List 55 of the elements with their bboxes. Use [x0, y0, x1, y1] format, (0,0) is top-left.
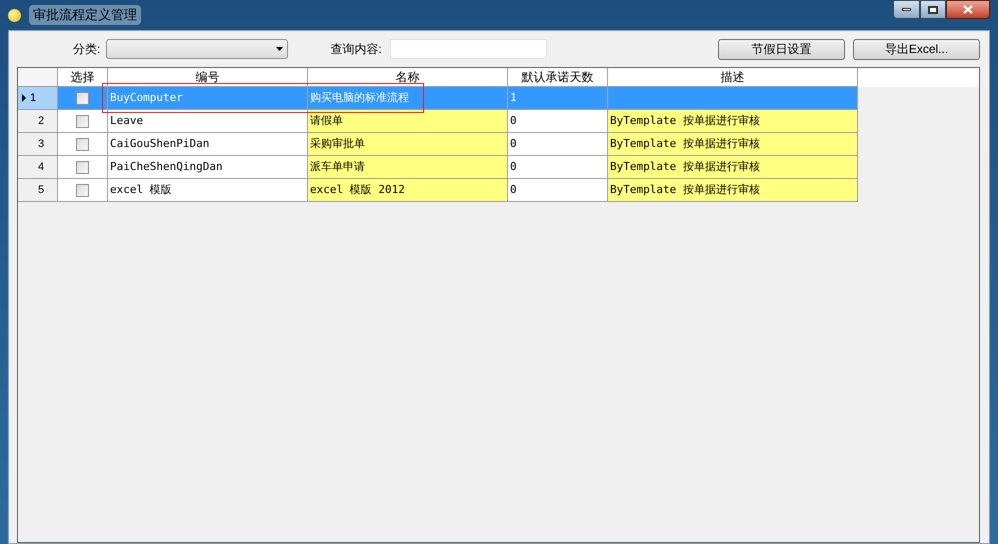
- column-header[interactable]: 默认承诺天数: [508, 68, 608, 87]
- query-field[interactable]: [390, 39, 547, 59]
- current-row-icon: [22, 94, 26, 102]
- row-header[interactable]: 3: [18, 133, 58, 156]
- table-cell: ByTemplate 按单据进行审核: [608, 110, 858, 133]
- table-cell: CaiGouShenPiDan: [108, 133, 308, 156]
- query-label: 查询内容:: [330, 41, 382, 58]
- window-title: 审批流程定义管理: [29, 5, 141, 25]
- table-cell: 派车单申请: [308, 156, 508, 179]
- row-header[interactable]: 1: [18, 87, 58, 110]
- select-checkbox[interactable]: [76, 114, 89, 128]
- table-cell: ByTemplate 按单据进行审核: [608, 133, 858, 156]
- row-number: 2: [38, 114, 44, 129]
- toolbar-button[interactable]: 导出Excel...: [853, 38, 980, 60]
- category-dropdown[interactable]: [106, 39, 288, 59]
- select-checkbox[interactable]: [76, 92, 89, 104]
- table-cell: BuyComputer: [108, 87, 308, 110]
- column-header[interactable]: 名称: [308, 68, 508, 87]
- table-cell: excel 模版 2012: [308, 179, 508, 202]
- maximize-icon: [928, 6, 938, 14]
- minimize-button[interactable]: [893, 0, 920, 19]
- row-header[interactable]: 4: [18, 156, 58, 179]
- app-icon: [8, 8, 21, 22]
- category-label: 分类:: [73, 41, 100, 58]
- table-cell: 0: [508, 156, 608, 179]
- row-header[interactable]: 2: [18, 110, 58, 133]
- table-cell: 0: [508, 110, 608, 133]
- table-cell: Leave: [108, 110, 308, 133]
- column-header[interactable]: 描述: [608, 68, 858, 87]
- close-icon: [963, 5, 973, 14]
- table-cell: 0: [508, 133, 608, 156]
- table-cell: ByTemplate 按单据进行审核: [608, 156, 858, 179]
- table-cell: 0: [508, 179, 608, 202]
- close-button[interactable]: [946, 0, 990, 19]
- column-header[interactable]: 编号: [108, 68, 308, 87]
- caret-icon: [276, 47, 284, 51]
- table-cell: 购买电脑的标准流程: [308, 87, 508, 110]
- table-cell: 采购审批单: [308, 133, 508, 156]
- table-cell: PaiCheShenQingDan: [108, 156, 308, 179]
- row-number: 3: [38, 136, 44, 152]
- table-cell: 1: [508, 87, 608, 110]
- table-cell: 请假单: [308, 110, 508, 133]
- row-header[interactable]: 5: [18, 179, 58, 202]
- minimize-icon: [902, 8, 911, 11]
- row-number: 1: [30, 90, 36, 106]
- row-number: 4: [38, 160, 44, 175]
- table-cell: ByTemplate 按单据进行审核: [608, 179, 858, 202]
- table-cell: excel 模版: [108, 179, 308, 202]
- maximize-button[interactable]: [920, 0, 946, 19]
- toolbar-button[interactable]: 节假日设置: [718, 38, 845, 60]
- select-checkbox[interactable]: [76, 184, 89, 196]
- column-header[interactable]: 选择: [58, 68, 108, 87]
- row-number: 5: [38, 182, 44, 198]
- select-checkbox[interactable]: [76, 160, 89, 174]
- select-checkbox[interactable]: [76, 138, 89, 150]
